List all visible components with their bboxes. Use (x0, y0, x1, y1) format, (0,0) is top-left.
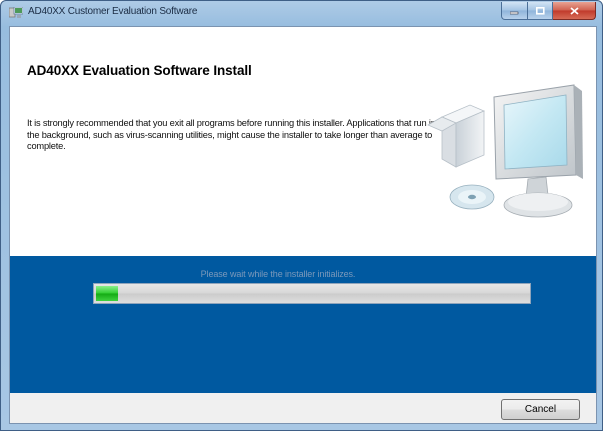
installer-window: AD40XX Customer Evaluation Software AD40… (0, 0, 603, 431)
window-controls (501, 2, 596, 20)
progress-bar (93, 283, 531, 304)
maximize-icon (535, 6, 545, 15)
close-button[interactable] (553, 2, 596, 20)
computer-installer-icon (427, 84, 583, 218)
progress-status-text: Please wait while the installer initiali… (200, 269, 356, 279)
app-icon (9, 7, 23, 18)
window-title: AD40XX Customer Evaluation Software (28, 6, 198, 17)
button-footer: Cancel (10, 393, 596, 423)
progress-panel: Please wait while the installer initiali… (10, 256, 596, 393)
cancel-button[interactable]: Cancel (501, 399, 580, 420)
installer-client-area: AD40XX Evaluation Software Install It is… (9, 26, 597, 424)
minimize-button[interactable] (501, 2, 528, 20)
install-instructions: It is strongly recommended that you exit… (27, 118, 436, 151)
maximize-button[interactable] (528, 2, 553, 20)
close-icon (569, 6, 579, 15)
progress-bar-fill (96, 286, 118, 301)
page-title: AD40XX Evaluation Software Install (27, 63, 252, 78)
minimize-icon (510, 11, 519, 14)
title-bar[interactable]: AD40XX Customer Evaluation Software (1, 1, 602, 25)
